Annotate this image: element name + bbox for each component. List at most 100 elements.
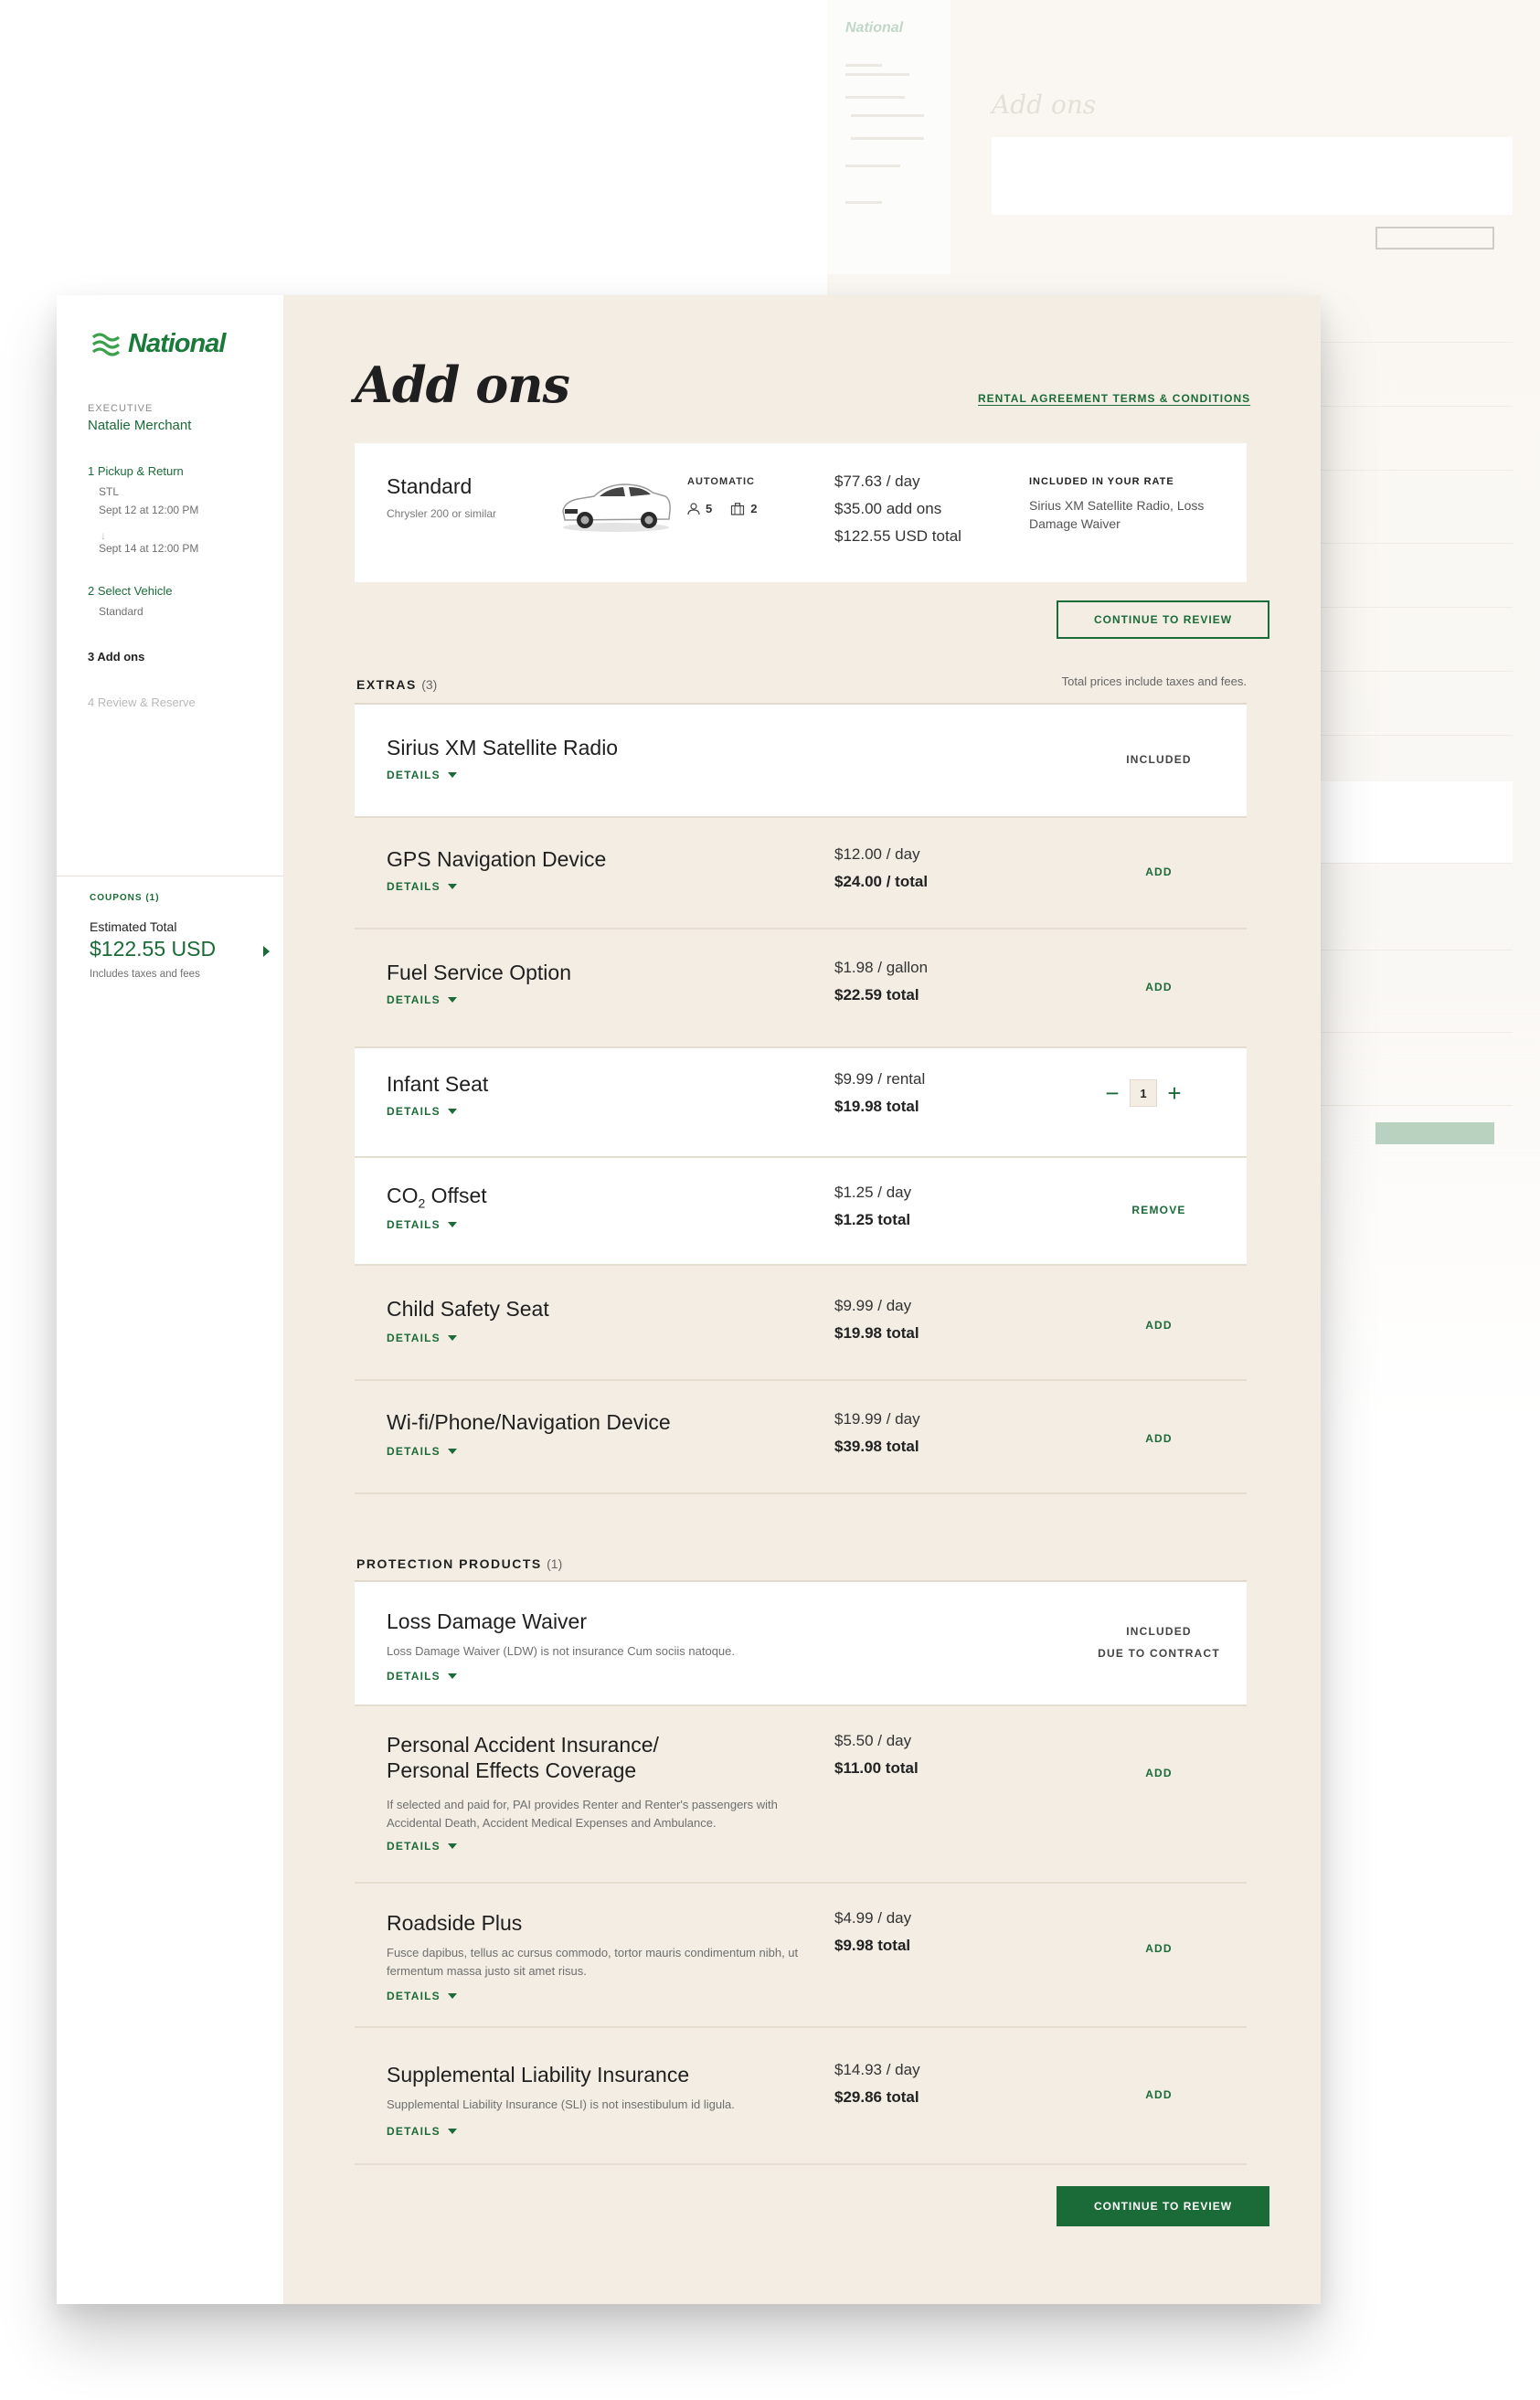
included-due-to-contract-status: INCLUDED DUE TO CONTRACT xyxy=(1067,1620,1250,1664)
ghost-logo: National xyxy=(845,20,904,36)
details-label: DETAILS xyxy=(387,1840,441,1853)
extra-total: $24.00 / total xyxy=(834,873,929,890)
add-roadside-plus-button[interactable]: ADD xyxy=(1086,1942,1232,1955)
extra-row-fuel-service: Fuel Service Option DETAILS $1.98 / gall… xyxy=(355,929,1247,1048)
increase-quantity-button[interactable]: + xyxy=(1166,1081,1183,1105)
extras-title: EXTRAS xyxy=(356,677,417,692)
ghost-line xyxy=(845,165,900,167)
details-toggle[interactable]: DETAILS xyxy=(387,1332,457,1344)
step-pickup-return[interactable]: 1 Pickup & Return xyxy=(88,464,184,478)
extra-row-child-safety-seat: Child Safety Seat DETAILS $9.99 / day $1… xyxy=(355,1266,1247,1381)
details-toggle[interactable]: DETAILS xyxy=(387,1445,457,1458)
caret-down-icon xyxy=(447,1222,457,1227)
quantity-value[interactable]: 1 xyxy=(1130,1079,1157,1107)
details-label: DETAILS xyxy=(387,1218,441,1231)
ghost-line xyxy=(845,73,909,76)
protection-header: PROTECTION PRODUCTS (1) xyxy=(356,1556,562,1571)
extra-name: CO2 Offset xyxy=(387,1184,487,1211)
vehicle-model: Chrysler 200 or similar xyxy=(387,507,497,520)
rental-terms-link[interactable]: RENTAL AGREEMENT TERMS & CONDITIONS xyxy=(978,392,1250,405)
details-toggle[interactable]: DETAILS xyxy=(387,2125,457,2138)
sidebar: National EXECUTIVE Natalie Merchant 1 Pi… xyxy=(57,295,283,2304)
step-review-reserve: 4 Review & Reserve xyxy=(88,696,196,709)
protection-description: Loss Damage Waiver (LDW) is not insuranc… xyxy=(387,1644,735,1658)
estimated-total-label: Estimated Total xyxy=(90,919,177,934)
member-name[interactable]: Natalie Merchant xyxy=(88,418,191,433)
co2-name-main: CO xyxy=(387,1184,419,1207)
included-rate-items: Sirius XM Satellite Radio, Loss Damage W… xyxy=(1029,498,1205,531)
infant-seat-quantity-stepper: − 1 + xyxy=(1104,1079,1183,1107)
co2-name-rest: Offset xyxy=(425,1184,487,1207)
extra-rate: $1.25 / day xyxy=(834,1184,912,1201)
extras-tax-note: Total prices include taxes and fees. xyxy=(1061,674,1247,688)
add-sli-button[interactable]: ADD xyxy=(1086,2088,1232,2101)
extra-rate: $9.99 / day xyxy=(834,1297,912,1314)
estimated-total-note: Includes taxes and fees xyxy=(90,969,200,980)
extra-name: Fuel Service Option xyxy=(387,961,571,984)
add-fuel-service-button[interactable]: ADD xyxy=(1086,981,1232,993)
step-add-ons[interactable]: 3 Add ons xyxy=(88,650,144,664)
protection-total: $29.86 total xyxy=(834,2088,919,2106)
page-title: Add ons xyxy=(355,356,570,414)
caret-down-icon xyxy=(447,772,457,778)
extra-rate: $19.99 / day xyxy=(834,1410,920,1428)
ghost-vehicle-card xyxy=(992,137,1513,215)
details-toggle[interactable]: DETAILS xyxy=(387,1105,457,1118)
coupons-link[interactable]: COUPONS (1) xyxy=(90,893,160,903)
protection-row-ldw: Loss Damage Waiver Loss Damage Waiver (L… xyxy=(355,1582,1247,1706)
details-label: DETAILS xyxy=(387,880,441,893)
ghost-line xyxy=(845,201,882,204)
extra-name: Child Safety Seat xyxy=(387,1297,549,1321)
extra-row-infant-seat: Infant Seat DETAILS $9.99 / rental $19.9… xyxy=(355,1048,1247,1158)
extra-row-gps: GPS Navigation Device DETAILS $12.00 / d… xyxy=(355,818,1247,929)
caret-down-icon xyxy=(447,1993,457,1999)
passenger-count: 5 xyxy=(706,502,713,515)
chevron-right-icon[interactable] xyxy=(263,946,270,957)
caret-down-icon xyxy=(447,1109,457,1114)
protection-rate: $14.93 / day xyxy=(834,2061,920,2078)
details-toggle[interactable]: DETAILS xyxy=(387,1218,457,1231)
details-toggle[interactable]: DETAILS xyxy=(387,1670,457,1683)
caret-down-icon xyxy=(447,1843,457,1849)
continue-to-review-button-top[interactable]: CONTINUE TO REVIEW xyxy=(1057,600,1269,639)
extra-total: $39.98 total xyxy=(834,1438,919,1455)
passenger-icon xyxy=(687,502,700,515)
extra-rate: $1.98 / gallon xyxy=(834,959,929,976)
add-wifi-device-button[interactable]: ADD xyxy=(1086,1432,1232,1445)
add-pai-button[interactable]: ADD xyxy=(1086,1767,1232,1779)
pickup-location: STL xyxy=(99,485,120,498)
ghost-continue-button xyxy=(1375,227,1494,250)
details-toggle[interactable]: DETAILS xyxy=(387,1840,457,1853)
included-rate-title: INCLUDED IN YOUR RATE xyxy=(1029,476,1174,487)
details-label: DETAILS xyxy=(387,1445,441,1458)
step-select-vehicle[interactable]: 2 Select Vehicle xyxy=(88,584,173,598)
protection-row-sli: Supplemental Liability Insurance Supplem… xyxy=(355,2028,1247,2165)
protection-total: $11.00 total xyxy=(834,1759,919,1777)
details-toggle[interactable]: DETAILS xyxy=(387,880,457,893)
car-image-icon xyxy=(562,483,671,532)
ghost-line xyxy=(845,64,882,67)
protection-description: Fusce dapibus, tellus ac cursus commodo,… xyxy=(387,1946,799,1978)
details-toggle[interactable]: DETAILS xyxy=(387,1990,457,2002)
vehicle-addons-price: $35.00 add ons xyxy=(834,500,942,517)
decrease-quantity-button[interactable]: − xyxy=(1104,1081,1120,1105)
add-child-safety-seat-button[interactable]: ADD xyxy=(1086,1319,1232,1332)
extra-name: GPS Navigation Device xyxy=(387,847,607,871)
details-toggle[interactable]: DETAILS xyxy=(387,993,457,1006)
vehicle-class: Standard xyxy=(387,474,473,498)
protection-name-line-2: Personal Effects Coverage xyxy=(387,1758,637,1782)
continue-to-review-button-bottom[interactable]: CONTINUE TO REVIEW xyxy=(1057,2186,1269,2226)
details-toggle[interactable]: DETAILS xyxy=(387,769,457,781)
luggage-icon xyxy=(731,502,745,515)
remove-co2-offset-button[interactable]: REMOVE xyxy=(1086,1204,1232,1216)
extra-rate: $12.00 / day xyxy=(834,845,920,863)
extra-total: $1.25 total xyxy=(834,1211,911,1228)
extra-total: $19.98 total xyxy=(834,1098,919,1115)
protection-name: Loss Damage Waiver xyxy=(387,1609,588,1633)
add-gps-button[interactable]: ADD xyxy=(1086,865,1232,878)
ghost-title: Add ons xyxy=(992,90,1097,120)
vehicle-total-price: $122.55 USD total xyxy=(834,527,961,545)
national-logo[interactable]: National xyxy=(91,328,226,359)
protection-rate: $4.99 / day xyxy=(834,1909,912,1927)
extra-name: Sirius XM Satellite Radio xyxy=(387,736,619,759)
